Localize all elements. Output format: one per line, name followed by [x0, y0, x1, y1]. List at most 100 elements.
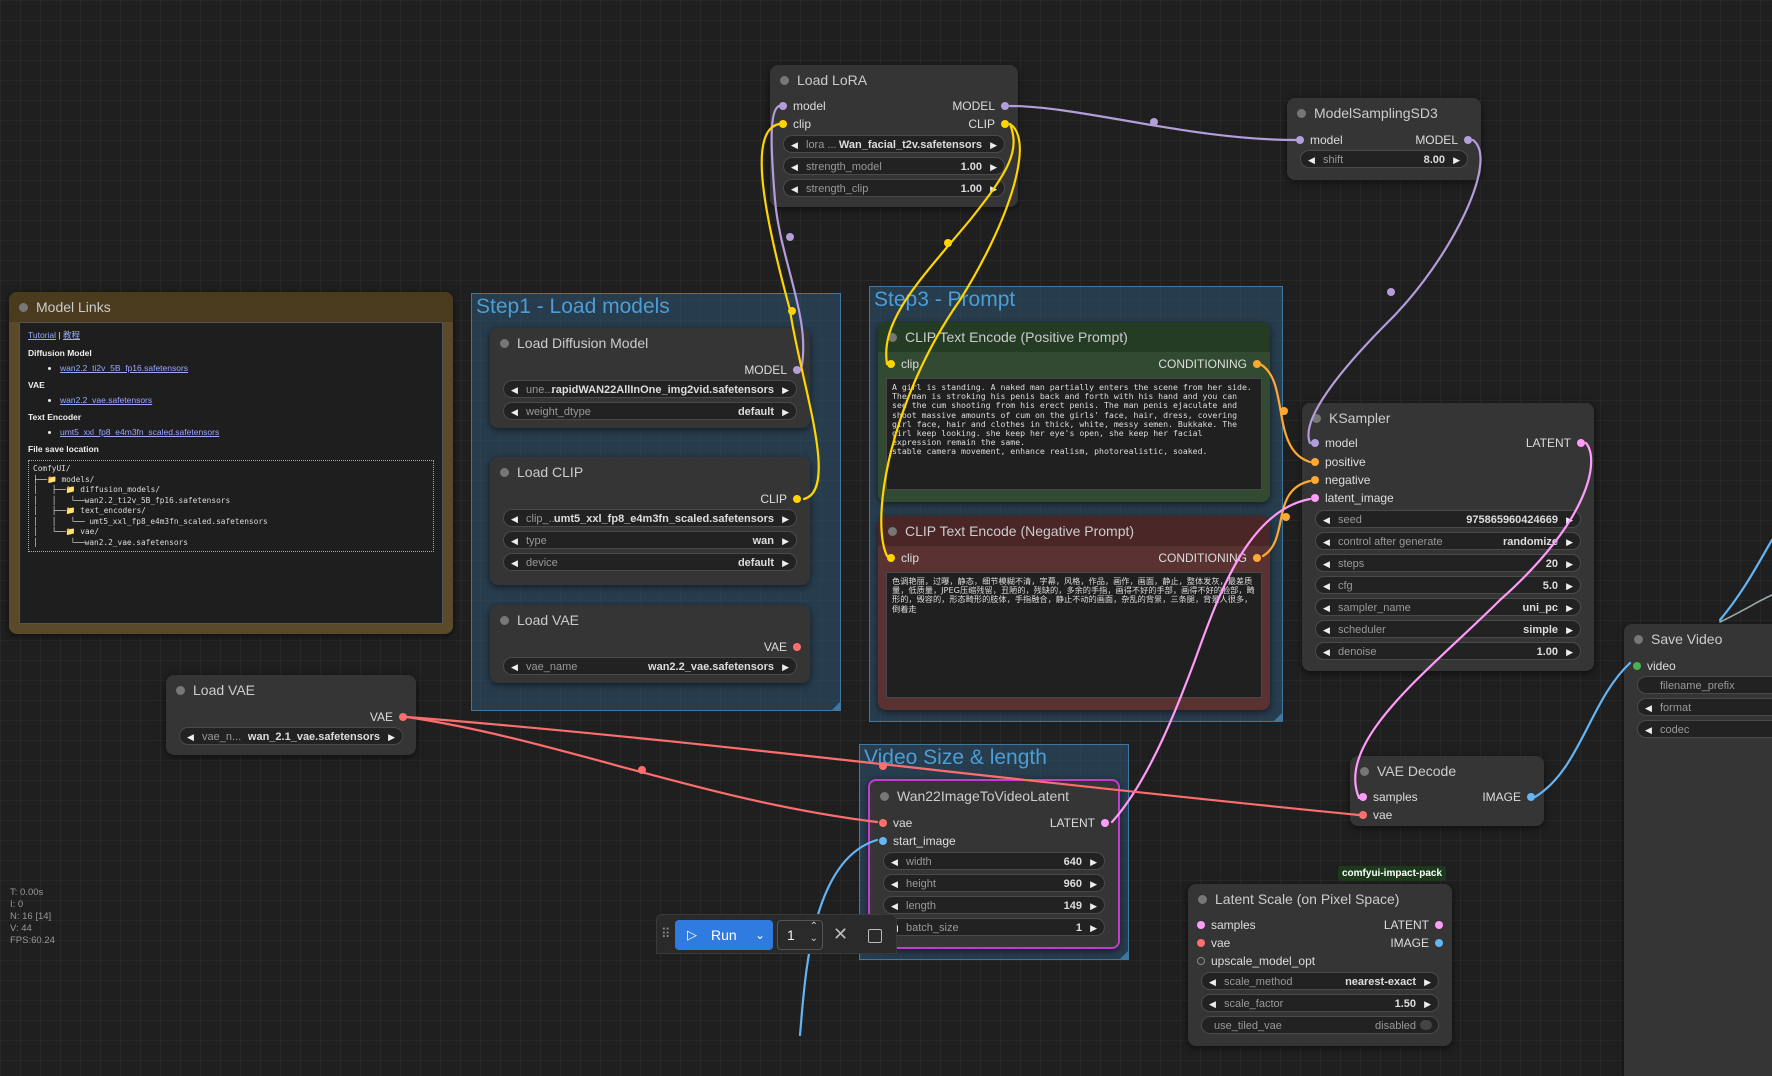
node-load-vae-outer[interactable]: Load VAE VAE ◀ vae_n... wan_2.1_vae.safete…: [166, 675, 416, 755]
input-latent-image[interactable]: latent_image: [1311, 490, 1394, 506]
node-ksampler[interactable]: KSampler model LATENT positive negative …: [1302, 403, 1594, 671]
input-vae[interactable]: vae: [879, 815, 912, 831]
node-load-vae-inner[interactable]: Load VAE VAE ◀ vae_name wan2.2_vae.safeten…: [490, 605, 810, 683]
input-video[interactable]: video: [1633, 658, 1676, 674]
widget-height[interactable]: ◀ height 960 ▶: [883, 874, 1105, 892]
widget-codec[interactable]: ◀ codec: [1637, 720, 1772, 738]
group-resize-handle[interactable]: [1274, 713, 1282, 721]
drag-handle-icon[interactable]: ⠿: [661, 926, 671, 942]
output-model[interactable]: MODEL: [952, 98, 1009, 114]
node-clip-text-encode-negative[interactable]: CLIP Text Encode (Negative Prompt) clip …: [878, 516, 1270, 710]
output-clip[interactable]: CLIP: [760, 491, 801, 507]
node-load-diffusion-model[interactable]: Load Diffusion Model MODEL ◀ une... rapidW…: [490, 328, 810, 428]
tutorial-link-cn[interactable]: 教程: [63, 330, 80, 340]
output-model[interactable]: MODEL: [1415, 132, 1472, 148]
node-title[interactable]: Load VAE: [166, 675, 416, 705]
group-resize-handle[interactable]: [1120, 951, 1128, 959]
node-title[interactable]: Load VAE: [490, 605, 810, 635]
output-image[interactable]: IMAGE: [1390, 935, 1443, 951]
decrement-icon[interactable]: ⌄: [810, 933, 818, 944]
stop-square-icon[interactable]: [868, 929, 882, 943]
widget-steps[interactable]: ◀ steps 20 ▶: [1315, 554, 1581, 572]
widget-strength-clip[interactable]: ◀ strength_clip 1.00 ▶: [783, 179, 1005, 197]
group-resize-handle[interactable]: [832, 702, 840, 710]
widget-cfg[interactable]: ◀ cfg 5.0 ▶: [1315, 576, 1581, 594]
toggle-icon[interactable]: [1420, 1020, 1432, 1030]
node-wan22-image-to-video-latent[interactable]: Wan22ImageToVideoLatent vae LATENT start…: [868, 779, 1120, 949]
node-title[interactable]: Load Diffusion Model: [490, 328, 810, 358]
node-vae-decode[interactable]: VAE Decode samples IMAGE vae: [1350, 756, 1544, 826]
increment-icon[interactable]: ⌃: [810, 921, 818, 932]
input-vae[interactable]: vae: [1359, 807, 1392, 823]
node-load-clip[interactable]: Load CLIP CLIP ◀ clip_... umt5_xxl_fp8_e4m…: [490, 457, 810, 585]
collapse-dot-icon[interactable]: [888, 527, 897, 536]
queue-toolbar[interactable]: ⠿ ▷ Run ⌄ 1 ⌃ ⌄ ✕: [656, 914, 897, 954]
collapse-dot-icon[interactable]: [1360, 767, 1369, 776]
widget-sampler-name[interactable]: ◀ sampler_name uni_pc ▶: [1315, 598, 1581, 616]
widget-clip-name[interactable]: ◀ clip_... umt5_xxl_fp8_e4m3fn_scaled.safe…: [503, 509, 797, 527]
diffusion-file-link[interactable]: wan2.2_ti2v_5B_fp16.safetensors: [60, 363, 188, 373]
output-latent[interactable]: LATENT: [1384, 917, 1443, 933]
node-model-links[interactable]: Model Links Tutorial | 教程 Diffusion Mode…: [9, 292, 453, 634]
node-model-sampling-sd3[interactable]: ModelSamplingSD3 model MODEL ◀ shift 8.00 ▶: [1287, 98, 1481, 180]
collapse-dot-icon[interactable]: [500, 616, 509, 625]
collapse-dot-icon[interactable]: [880, 792, 889, 801]
widget-clip-device[interactable]: ◀ device default ▶: [503, 553, 797, 571]
widget-use-tiled-vae[interactable]: use_tiled_vae disabled: [1201, 1016, 1439, 1034]
node-title[interactable]: Model Links: [9, 292, 453, 322]
collapse-dot-icon[interactable]: [1312, 414, 1321, 423]
input-vae[interactable]: vae: [1197, 935, 1230, 951]
output-model[interactable]: MODEL: [744, 362, 801, 378]
node-clip-text-encode-positive[interactable]: CLIP Text Encode (Positive Prompt) clip …: [878, 322, 1270, 502]
node-save-video[interactable]: Save Video video filename_prefix ◀ format…: [1624, 624, 1772, 1076]
node-title[interactable]: Load LoRA: [770, 65, 1018, 95]
input-model[interactable]: model: [779, 98, 826, 114]
widget-seed[interactable]: ◀ seed 975865960424669 ▶: [1315, 510, 1581, 528]
widget-denoise[interactable]: ◀ denoise 1.00 ▶: [1315, 642, 1581, 660]
input-positive[interactable]: positive: [1311, 454, 1366, 470]
output-vae[interactable]: VAE: [370, 709, 407, 725]
widget-filename-prefix[interactable]: filename_prefix: [1637, 676, 1772, 694]
tutorial-link[interactable]: Tutorial: [28, 330, 56, 340]
positive-prompt-textarea[interactable]: A girl is standing. A naked man partiall…: [886, 378, 1262, 490]
queue-count-input[interactable]: 1 ⌃ ⌄: [777, 920, 823, 950]
run-button[interactable]: ▷ Run ⌄: [675, 920, 773, 950]
widget-scheduler[interactable]: ◀ scheduler simple ▶: [1315, 620, 1581, 638]
output-clip[interactable]: CLIP: [968, 116, 1009, 132]
widget-batch-size[interactable]: ◀batch_size1▶: [883, 918, 1105, 936]
output-latent[interactable]: LATENT: [1050, 815, 1109, 831]
collapse-dot-icon[interactable]: [1297, 109, 1306, 118]
input-negative[interactable]: negative: [1311, 472, 1370, 488]
collapse-dot-icon[interactable]: [176, 686, 185, 695]
output-latent[interactable]: LATENT: [1526, 435, 1585, 451]
widget-lora-name[interactable]: ◀ lora ... Wan_facial_t2v.safetensors ▶: [783, 135, 1005, 153]
node-load-lora[interactable]: Load LoRA model MODEL clip CLIP ◀ lora ..…: [770, 65, 1018, 207]
widget-vae-name[interactable]: ◀ vae_n... wan_2.1_vae.safetensors ▶: [179, 727, 403, 745]
input-clip[interactable]: clip: [887, 356, 919, 372]
widget-scale-method[interactable]: ◀ scale_method nearest-exact ▶: [1201, 972, 1439, 990]
output-conditioning[interactable]: CONDITIONING: [1158, 356, 1261, 372]
widget-unet-name[interactable]: ◀ une... rapidWAN22AllInOne_img2vid.safete…: [503, 380, 797, 398]
node-title[interactable]: CLIP Text Encode (Negative Prompt): [878, 516, 1270, 546]
widget-format[interactable]: ◀ format: [1637, 698, 1772, 716]
output-image[interactable]: IMAGE: [1482, 789, 1535, 805]
collapse-dot-icon[interactable]: [780, 76, 789, 85]
node-latent-scale-pixel-space[interactable]: Latent Scale (on Pixel Space) samples LA…: [1188, 884, 1452, 1046]
input-start-image[interactable]: start_image: [879, 833, 956, 849]
vae-file-link[interactable]: wan2.2_vae.safetensors: [60, 395, 152, 405]
node-title[interactable]: CLIP Text Encode (Positive Prompt): [878, 322, 1270, 352]
output-conditioning[interactable]: CONDITIONING: [1158, 550, 1261, 566]
widget-vae-name[interactable]: ◀ vae_name wan2.2_vae.safetensors ▶: [503, 657, 797, 675]
input-samples[interactable]: samples: [1359, 789, 1418, 805]
widget-shift[interactable]: ◀ shift 8.00 ▶: [1300, 150, 1468, 168]
node-title[interactable]: Wan22ImageToVideoLatent: [870, 781, 1118, 811]
input-upscale-model-opt[interactable]: upscale_model_opt: [1197, 953, 1315, 969]
widget-strength-model[interactable]: ◀ strength_model 1.00 ▶: [783, 157, 1005, 175]
chevron-down-icon[interactable]: ⌄: [755, 920, 765, 950]
text-encoder-file-link[interactable]: umt5_xxl_fp8_e4m3fn_scaled.safetensors: [60, 427, 219, 437]
widget-control-after-generate[interactable]: ◀ control after generate randomize ▶: [1315, 532, 1581, 550]
input-clip[interactable]: clip: [887, 550, 919, 566]
widget-scale-factor[interactable]: ◀ scale_factor 1.50 ▶: [1201, 994, 1439, 1012]
input-model[interactable]: model: [1311, 435, 1358, 451]
collapse-dot-icon[interactable]: [888, 333, 897, 342]
